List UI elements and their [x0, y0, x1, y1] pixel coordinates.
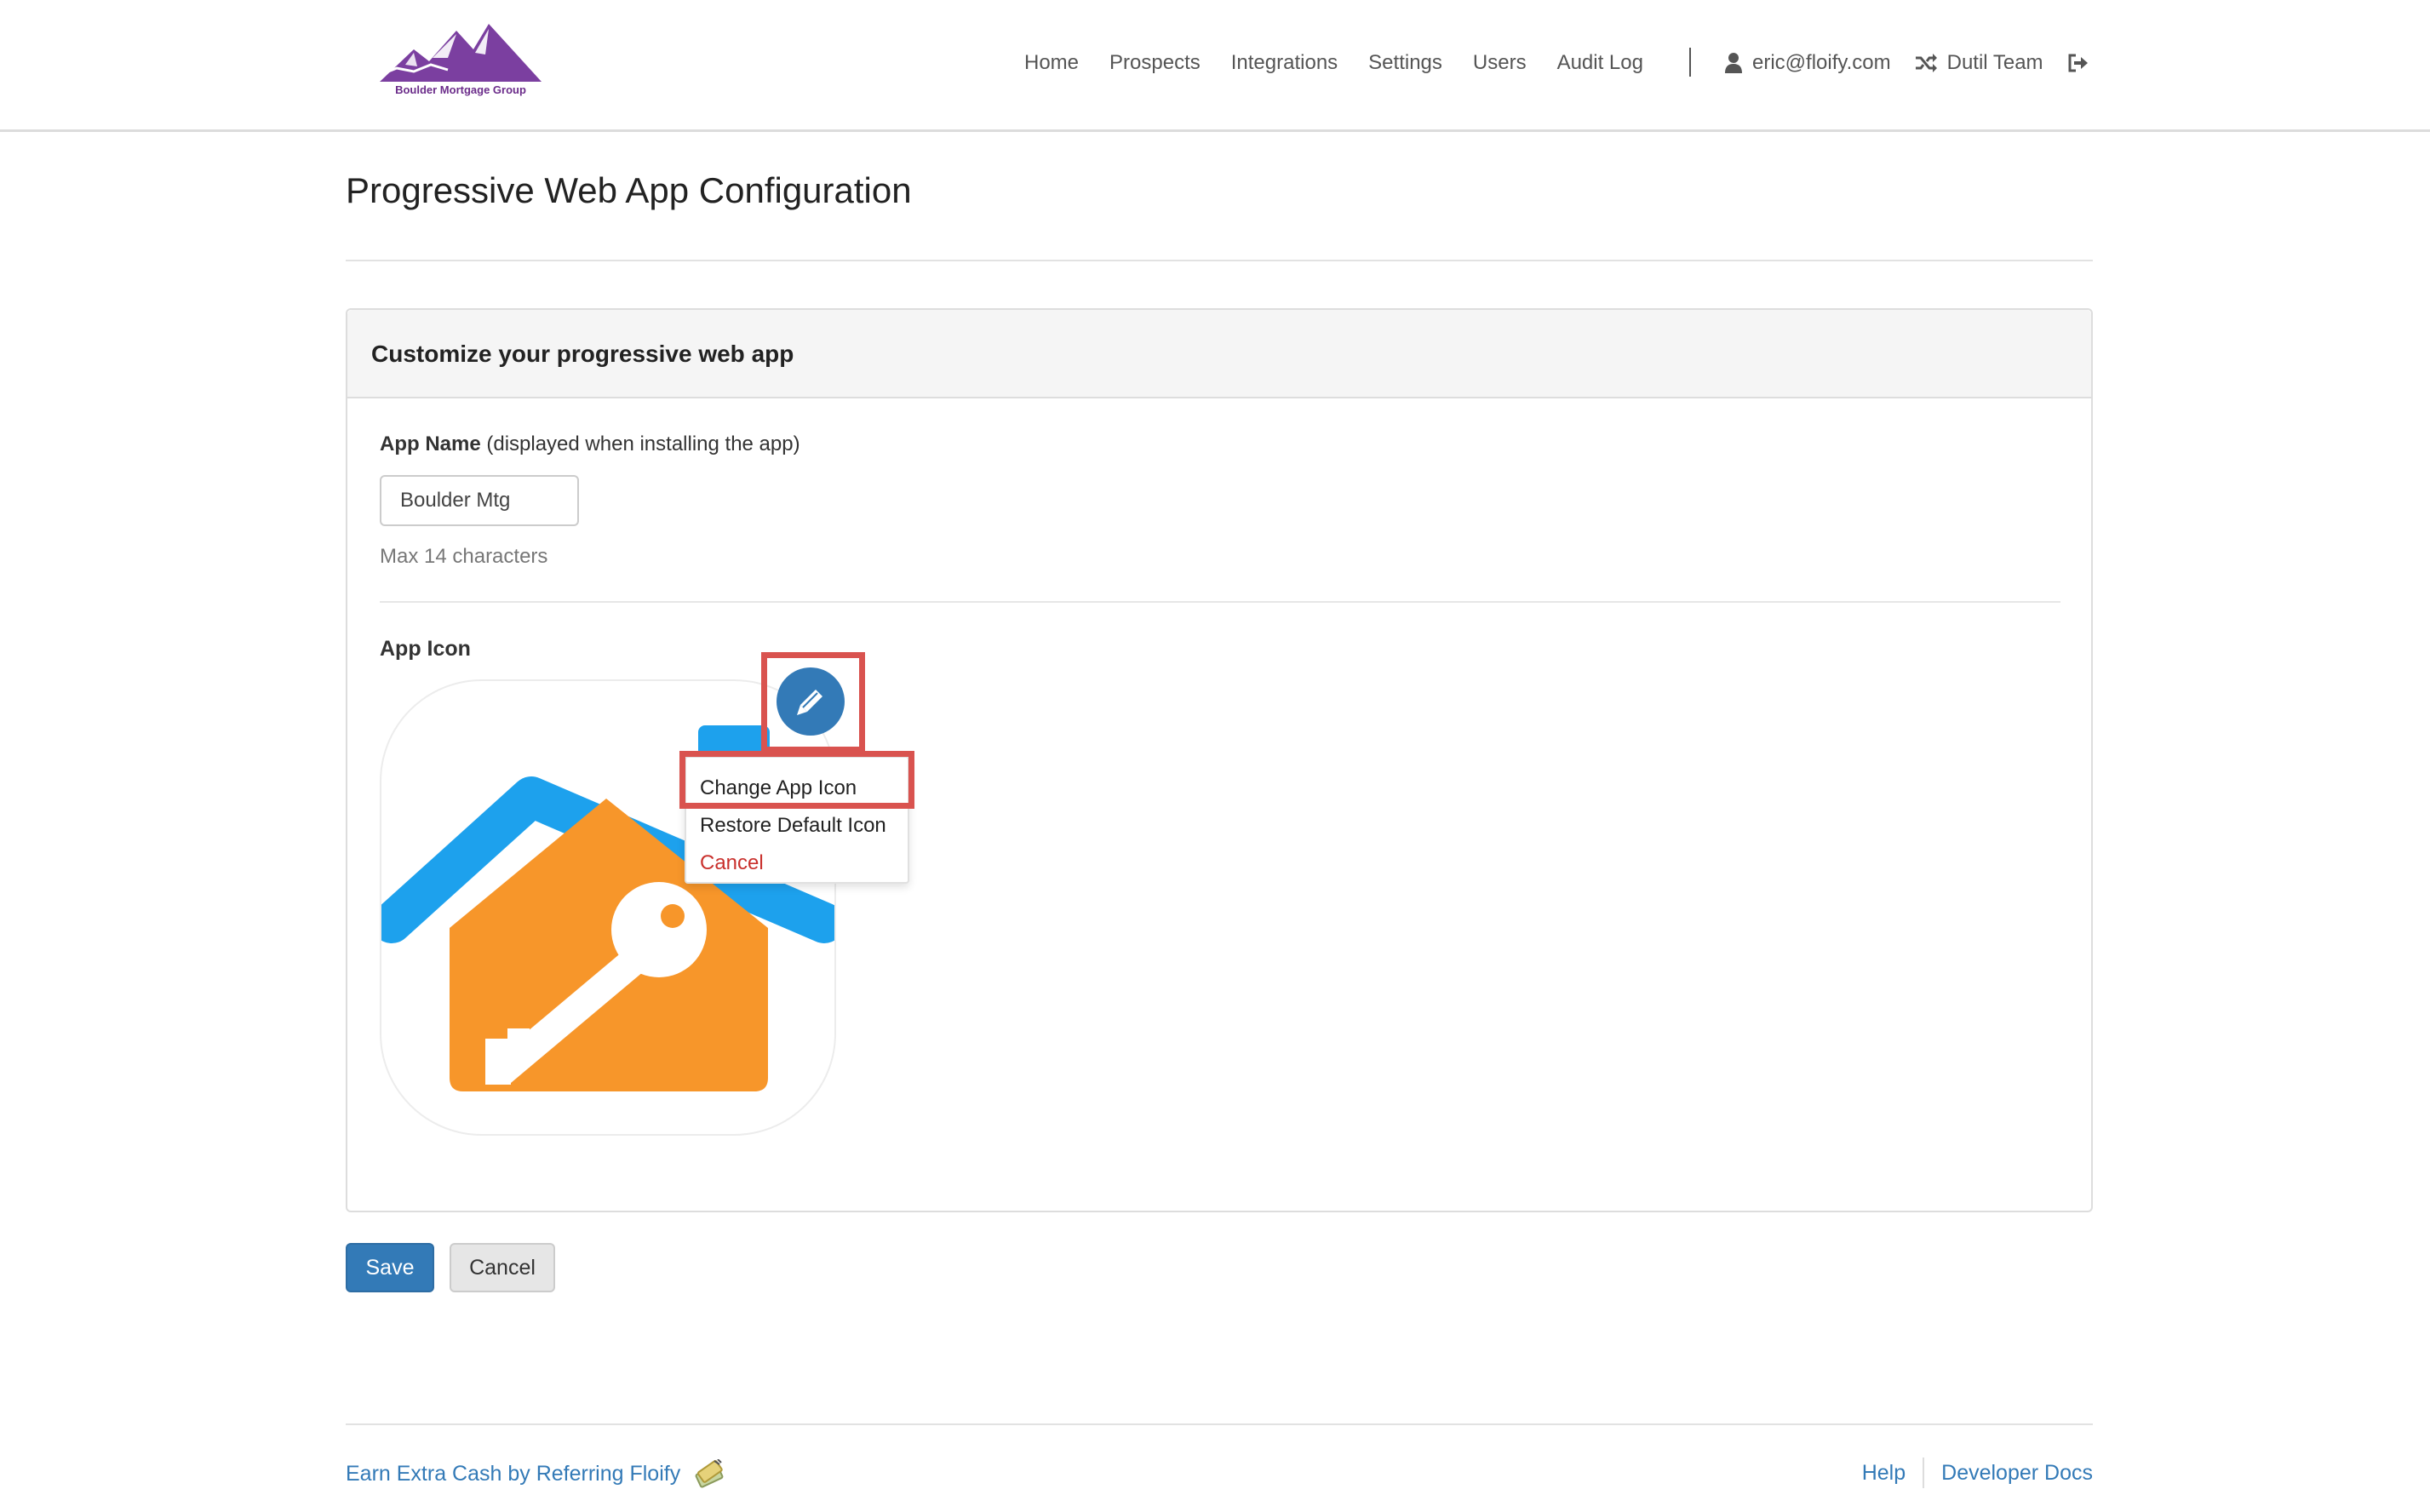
money-icon	[695, 1459, 724, 1488]
mountain-logo-icon	[379, 24, 542, 82]
change-icon-highlight	[679, 751, 914, 809]
nav-integrations[interactable]: Integrations	[1231, 51, 1338, 75]
nav-prospects[interactable]: Prospects	[1109, 51, 1201, 75]
user-email: eric@floify.com	[1752, 51, 1891, 74]
sign-out-icon	[2068, 54, 2088, 72]
nav-home[interactable]: Home	[1024, 51, 1079, 75]
app-name-label: App Name (displayed when installing the …	[380, 432, 800, 456]
app-name-input[interactable]	[380, 475, 579, 526]
footer-link-separator	[1923, 1458, 1925, 1488]
menu-cancel[interactable]: Cancel	[700, 851, 764, 875]
nav-users[interactable]: Users	[1473, 51, 1527, 75]
app-name-label-hint: (displayed when installing the app)	[486, 432, 800, 455]
menu-restore-default-icon[interactable]: Restore Default Icon	[700, 814, 886, 838]
logout-link[interactable]	[2067, 54, 2098, 72]
app-name-help: Max 14 characters	[380, 545, 548, 568]
save-button[interactable]: Save	[346, 1243, 434, 1292]
main-nav: Home Prospects Integrations Settings Use…	[1024, 48, 1674, 78]
user-icon	[1725, 53, 1742, 73]
logo-text: Boulder Mortgage Group	[395, 83, 526, 96]
pencil-icon	[797, 690, 822, 715]
edit-icon-button[interactable]	[777, 667, 845, 736]
referral-link[interactable]: Earn Extra Cash by Referring Floify	[346, 1459, 725, 1488]
developer-docs-link[interactable]: Developer Docs	[1941, 1461, 2093, 1486]
help-link[interactable]: Help	[1862, 1461, 1906, 1486]
team-name: Dutil Team	[1946, 51, 2043, 74]
footer-links: Help Developer Docs	[1862, 1458, 2093, 1488]
panel-heading-text: Customize your progressive web app	[371, 341, 794, 367]
referral-link-text: Earn Extra Cash by Referring Floify	[346, 1461, 681, 1486]
user-nav: eric@floify.com Dutil Team	[1725, 48, 2122, 78]
top-navbar: Boulder Mortgage Group Home Prospects In…	[0, 0, 2430, 132]
pwa-config-panel: Customize your progressive web app App N…	[346, 308, 2093, 1212]
panel-heading: Customize your progressive web app	[347, 310, 2091, 398]
app-icon-label: App Icon	[380, 637, 471, 661]
page-title: Progressive Web App Configuration	[346, 170, 912, 210]
nav-settings[interactable]: Settings	[1368, 51, 1442, 75]
shuffle-icon	[1915, 54, 1937, 72]
switch-team-link[interactable]: Dutil Team	[1915, 51, 2043, 75]
header-divider	[346, 260, 2093, 261]
brand-logo[interactable]: Boulder Mortgage Group	[379, 24, 542, 102]
nav-divider	[1689, 48, 1691, 77]
user-account-link[interactable]: eric@floify.com	[1725, 51, 1891, 75]
nav-audit-log[interactable]: Audit Log	[1557, 51, 1643, 75]
footer-divider	[346, 1423, 2093, 1425]
cancel-button[interactable]: Cancel	[450, 1243, 555, 1292]
section-divider	[380, 601, 2060, 603]
app-name-label-strong: App Name	[380, 432, 481, 455]
